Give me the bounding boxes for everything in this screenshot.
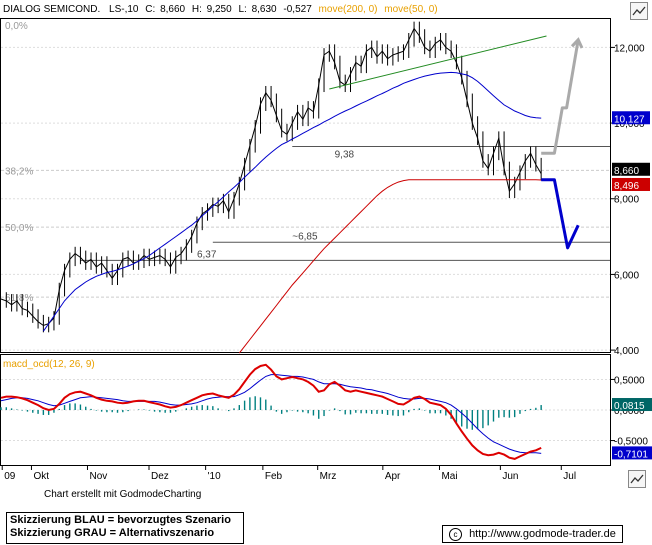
legend-blue: Skizzierung BLAU = bevorzugtes Szenario [10,514,231,526]
fib-level-label: 38,2% [5,166,33,177]
support-label: 6,37 [197,249,217,260]
macd-badge-label: -0,7101 [614,449,648,460]
chart-credit: Chart erstellt mit GodmodeCharting [44,489,202,500]
x-axis: 09 Okt Nov Dez '10 Feb Mrz Apr Mai Jun Jul [1,465,576,482]
header-l-label: L: [238,4,246,15]
chart-tool-icon[interactable] [630,2,648,20]
scenario-sketches [329,35,584,250]
price-gridlines [1,46,610,351]
copyright-icon: c [449,527,462,541]
header-change: -0,527 [283,4,312,15]
macd-tick-label: -0,5000 [614,437,648,448]
price-series [0,21,542,354]
price-axis: 4,0006,0008,00010,00012,00010,1278,6608,… [610,43,650,357]
ma50-line [42,71,542,332]
x-tick-label: Nov [89,471,107,482]
macd-axis: 0,50000,0000-0,50000,0815-0,7101 [610,375,652,460]
x-tick-label: Okt [33,471,49,482]
x-tick-label: Feb [265,471,283,482]
chart-tool-icon-glyph [630,474,644,484]
macd-badge-label: 0,0815 [614,401,645,412]
fib-level-label: 0,0% [5,21,28,32]
macd-tick-label: 0,5000 [614,375,645,386]
header-l-value: 8,630 [252,4,277,15]
chart-tool-icon[interactable] [628,470,646,488]
price-tick-label: 12,000 [614,43,645,54]
chart-tool-icon-glyph [632,6,646,16]
macd-label: macd_ocd(12, 26, 9) [3,359,95,370]
x-tick-label: Dez [151,471,169,482]
header-legend: DIALOG SEMICOND. LS-,10 C: 8,660 H: 9,25… [3,4,438,15]
price-tick-label: 4,000 [614,346,639,357]
scenario-grey-path [541,39,580,155]
stock-chart: 0,0%38,2%50,0%61,8% 9,38~6,856,37 4,0006… [0,4,652,482]
header-c-value: 8,660 [160,4,185,15]
header-ma50: move(50, 0) [384,4,437,15]
header-c-label: C: [145,4,155,15]
price-badge-label: 8,496 [614,181,639,192]
source-box[interactable]: c http://www.godmode-trader.de [442,525,623,543]
x-tick-label: Apr [385,471,401,482]
x-tick-label: Mai [441,471,457,482]
source-link[interactable]: http://www.godmode-trader.de [469,528,616,540]
price-tick-label: 8,000 [614,195,639,206]
macd-signal-line [0,374,542,454]
support-label: 9,38 [335,150,355,161]
price-panel-frame [0,18,611,353]
header-ls: LS-,10 [109,4,139,15]
scenario-legend-box: Skizzierung BLAU = bevorzugtes Szenario … [6,512,244,544]
price-badge-label: 8,660 [614,166,639,177]
support-label: ~6,85 [292,231,318,242]
x-tick-label: Jul [563,471,576,482]
legend-grey: Skizzierung GRAU = Alternativszenario [10,527,215,539]
x-tick-label: '10 [208,471,221,482]
price-badge-label: 10,127 [614,114,645,125]
trendline [329,35,547,90]
header-h-value: 9,250 [207,4,232,15]
fib-level-label: 50,0% [5,223,33,234]
price-tick-label: 6,000 [614,270,639,281]
macd-series [0,363,610,460]
header-ma200: move(200, 0) [319,4,378,15]
scenario-blue-path [541,178,580,250]
x-tick-label: 09 [4,471,16,482]
x-tick-label: Mrz [320,471,337,482]
ma200-line [238,179,542,354]
symbol-name: DIALOG SEMICOND. [3,4,100,15]
header-h-label: H: [192,4,202,15]
x-tick-label: Jun [502,471,518,482]
